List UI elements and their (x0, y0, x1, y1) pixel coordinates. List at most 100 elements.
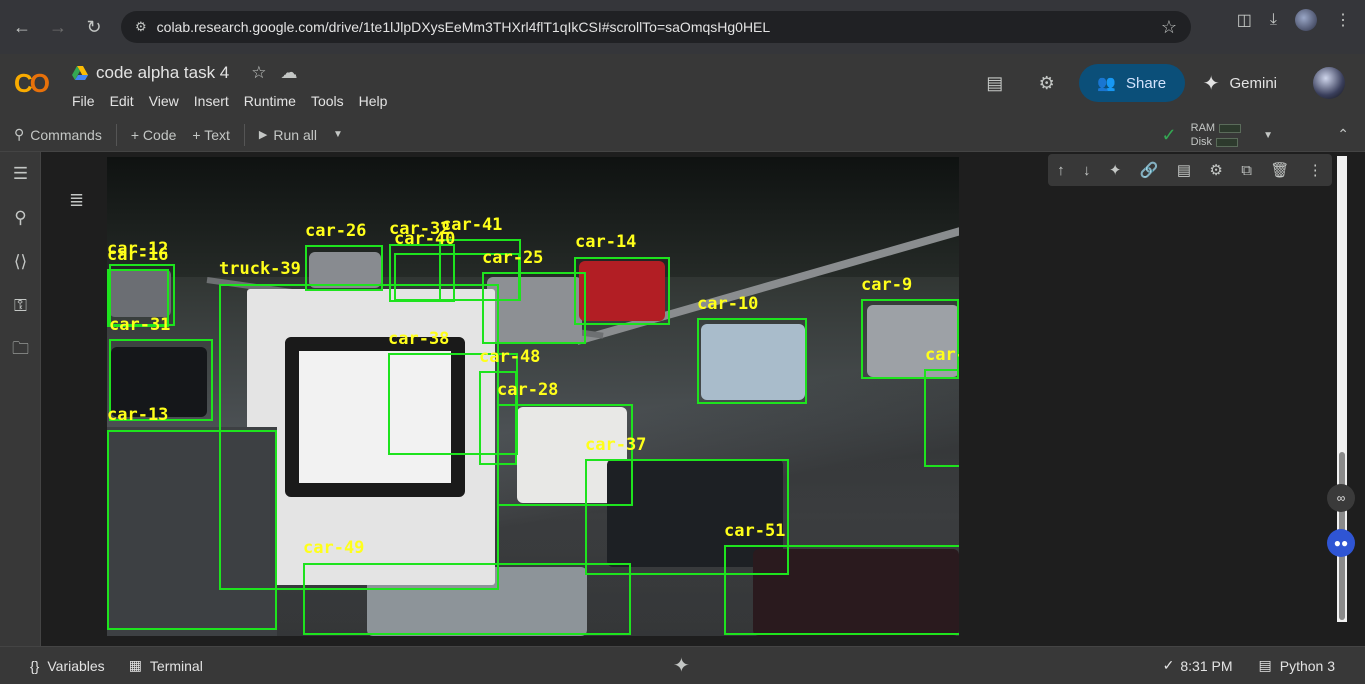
menu-runtime[interactable]: Runtime (244, 93, 296, 109)
extensions-icon[interactable]: ◫ (1237, 10, 1252, 30)
drive-icon (72, 66, 88, 80)
forward-arrow-icon[interactable]: → (40, 9, 76, 45)
star-icon[interactable]: ☆ (251, 63, 266, 83)
disk-label: Disk (1190, 136, 1213, 148)
resource-monitor[interactable]: ✓ RAM Disk ▼ (1162, 118, 1273, 152)
add-code-label: + Code (130, 126, 177, 143)
left-sidebar: ☰ ⚲ ⟨⟩ ⚿ 🗀 (0, 152, 41, 646)
variables-label: Variables (47, 657, 105, 674)
commands-button[interactable]: ⚲ Commands (0, 126, 110, 143)
gemini-label: Gemini (1229, 74, 1277, 92)
connected-check-icon: ✓ (1161, 124, 1177, 145)
site-info-icon[interactable]: ⚙ (135, 19, 147, 35)
detection-box (924, 369, 959, 467)
detection-label: car-49 (303, 538, 365, 558)
detection-label: truck-39 (219, 259, 301, 279)
share-button[interactable]: 👥 Share (1078, 64, 1185, 102)
table-of-contents-icon[interactable]: ☰ (0, 152, 41, 196)
runtime-label: Python 3 (1279, 657, 1335, 674)
terminal-button[interactable]: ▦ Terminal (129, 657, 203, 674)
cell-settings-gear-icon[interactable]: ⚙ (1209, 161, 1222, 179)
output-menu-icon[interactable]: ≣ (69, 190, 84, 211)
move-down-arrow-icon[interactable]: ↓ (1083, 162, 1091, 179)
braces-icon: {} (30, 657, 40, 674)
notebook-title[interactable]: code alpha task 4 (96, 63, 229, 83)
move-up-arrow-icon[interactable]: ↑ (1057, 162, 1065, 179)
detection-box (482, 272, 586, 344)
find-replace-icon[interactable]: ⚲ (0, 196, 41, 240)
execution-status[interactable]: ✓ 8:31 PM (1163, 657, 1233, 674)
more-vert-icon[interactable]: ⋮ (1308, 161, 1323, 179)
notebook-main: ≣ car-12 car-16 car-31 car-13 truck-39 c… (41, 152, 1365, 646)
code-snippets-icon[interactable]: ⟨⟩ (0, 240, 41, 284)
bookmark-star-icon[interactable]: ☆ (1161, 17, 1177, 38)
gemini-sparkle-icon[interactable]: ✦ (1109, 161, 1122, 179)
commands-label: Commands (30, 126, 102, 143)
menu-tools[interactable]: Tools (311, 93, 344, 109)
link-icon[interactable]: 🔗 (1140, 161, 1159, 179)
add-text-button[interactable]: + Text (184, 127, 238, 143)
detection-label: car-31 (109, 315, 171, 335)
menu-insert[interactable]: Insert (194, 93, 229, 109)
back-arrow-icon[interactable]: ← (4, 9, 40, 45)
delete-trash-icon[interactable]: 🗑 (1270, 161, 1289, 179)
variables-button[interactable]: {} Variables (30, 658, 105, 674)
detection-label: car-10 (697, 294, 759, 314)
gemini-button[interactable]: ✦ Gemini (1203, 71, 1277, 96)
detection-label: car-9 (861, 275, 913, 295)
run-all-button[interactable]: ▶ Run all ▼ (251, 127, 351, 143)
detection-box (697, 318, 807, 404)
download-icon[interactable]: ⤓ (1270, 11, 1277, 29)
cloud-saved-icon: ☁ (280, 63, 298, 82)
comment-icon[interactable]: ▤ (1177, 161, 1191, 179)
add-code-button[interactable]: + Code (123, 127, 185, 143)
run-all-label: Run all (273, 126, 317, 143)
settings-gear-icon[interactable]: ⚙ (1027, 63, 1067, 103)
chrome-menu-icon[interactable]: ⋮ (1335, 10, 1351, 30)
detection-label: car-37 (585, 435, 647, 455)
reload-icon[interactable]: ↻ (76, 9, 112, 45)
divider (243, 123, 245, 146)
colab-header: CO code alpha task 4 ☆ ☁ File Edit View … (0, 54, 1365, 118)
comments-icon[interactable]: ▤ (975, 63, 1015, 103)
terminal-label: Terminal (149, 657, 203, 674)
extension-badge-icon[interactable]: ∞ (1327, 484, 1355, 512)
secrets-key-icon[interactable]: ⚿ (0, 284, 41, 328)
detection-box (574, 257, 670, 325)
detection-label: car-38 (388, 329, 450, 349)
detection-label: car-51 (724, 521, 786, 541)
terminal-icon: ▦ (128, 657, 142, 673)
detection-box (724, 545, 959, 635)
detection-label: car-26 (305, 221, 367, 241)
profile-avatar[interactable] (1295, 9, 1317, 31)
chevron-down-icon[interactable]: ▼ (1263, 130, 1273, 141)
gemini-sparkle-icon[interactable]: ✦ (673, 653, 690, 678)
colab-logo[interactable]: CO (14, 68, 50, 99)
detection-box (303, 563, 631, 635)
collapse-chevron-up-icon[interactable]: ⌃ (1337, 126, 1349, 143)
open-in-tab-icon[interactable]: ⧉ (1241, 162, 1252, 179)
detection-label: car-28 (497, 380, 559, 400)
menu-edit[interactable]: Edit (110, 93, 134, 109)
share-label: Share (1126, 74, 1167, 92)
server-icon: ▤ (1258, 657, 1272, 673)
detection-label: car-40 (394, 229, 456, 249)
account-avatar[interactable] (1313, 67, 1345, 99)
gemini-sparkle-icon: ✦ (1202, 72, 1220, 95)
menu-help[interactable]: Help (359, 93, 388, 109)
assistant-bot-icon[interactable]: ●● (1327, 529, 1355, 557)
runtime-indicator[interactable]: ▤ Python 3 (1259, 657, 1336, 674)
ram-label: RAM (1190, 122, 1216, 134)
detection-output-image: car-12 car-16 car-31 car-13 truck-39 car… (107, 157, 959, 636)
files-folder-icon[interactable]: 🗀 (0, 328, 41, 372)
notebook-toolbar: ⚲ Commands + Code + Text ▶ Run all ▼ ✓ R… (0, 118, 1365, 152)
menu-file[interactable]: File (72, 93, 95, 109)
chevron-down-icon[interactable]: ▼ (333, 129, 343, 140)
url-text: colab.research.google.com/drive/1te1lJlp… (156, 19, 771, 35)
menu-view[interactable]: View (149, 93, 179, 109)
add-text-label: + Text (192, 126, 230, 143)
divider (115, 123, 117, 146)
play-icon: ▶ (258, 129, 268, 141)
browser-toolbar: ← → ↻ ⚙ colab.research.google.com/drive/… (0, 0, 1365, 54)
address-bar[interactable]: ⚙ colab.research.google.com/drive/1te1lJ… (121, 11, 1191, 43)
